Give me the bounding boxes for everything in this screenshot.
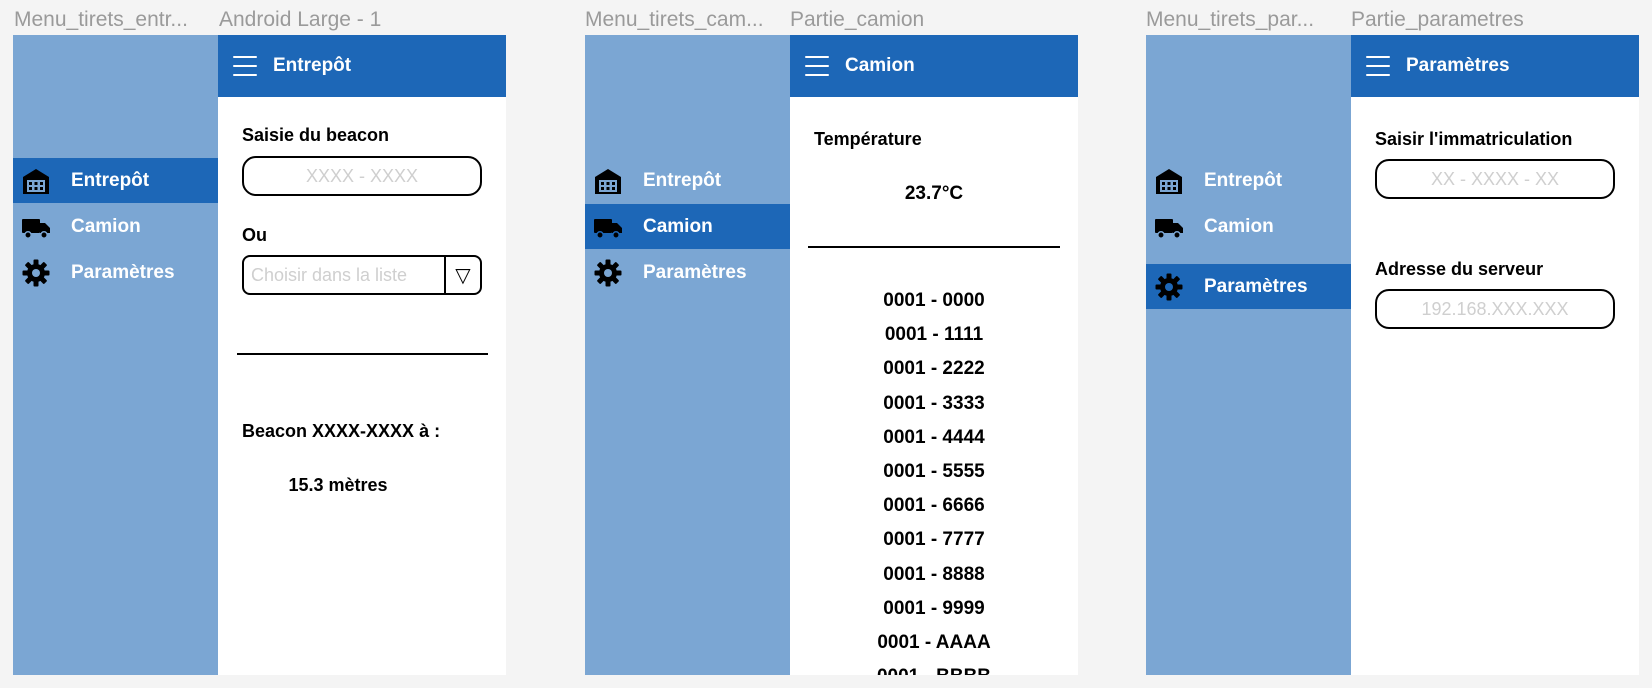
plate-input[interactable]: XX - XXXX - XX [1375, 159, 1615, 199]
menu-item-label: Entrepôt [643, 169, 722, 191]
beacon-list-item[interactable]: 0001 - 5555 [790, 461, 1078, 483]
divider [808, 246, 1060, 248]
hamburger-menu-icon[interactable] [233, 56, 257, 76]
menu-item-label: Paramètres [1204, 275, 1308, 297]
app-bar-title: Camion [845, 55, 915, 76]
frame-label-menu-parametres: Menu_tirets_par... [1146, 8, 1315, 31]
menu-item-parametres[interactable]: Paramètres [585, 250, 790, 295]
warehouse-icon [21, 166, 51, 196]
menu-item-label: Entrepôt [1204, 169, 1283, 191]
divider [237, 353, 488, 355]
beacon-list-item[interactable]: 0001 - 7777 [790, 529, 1078, 551]
gear-icon [21, 258, 51, 288]
app-bar-title: Paramètres [1406, 55, 1510, 76]
menu-item-parametres[interactable]: Paramètres [13, 250, 218, 295]
temperature-value: 23.7°C [904, 183, 964, 204]
menu-item-label: Paramètres [643, 261, 747, 283]
menu-item-label: Camion [643, 215, 713, 237]
menu-item-label: Paramètres [71, 261, 175, 283]
screen-camion: Camion Température 23.7°C 0001 - 0000 000… [790, 35, 1078, 675]
beacon-list-item[interactable]: 0001 - 2222 [790, 358, 1078, 380]
beacon-list-item[interactable]: 0001 - BBBB [790, 666, 1078, 675]
screen-parametres: Paramètres Saisir l'immatriculation XX -… [1351, 35, 1639, 675]
menu-item-camion[interactable]: Camion [13, 204, 218, 249]
menu-item-label: Camion [1204, 215, 1274, 237]
beacon-list-item[interactable]: 0001 - AAAA [790, 632, 1078, 654]
beacon-distance-value: 15.3 mètres [288, 475, 388, 495]
app-bar: Paramètres [1351, 35, 1639, 97]
server-input[interactable]: 192.168.XXX.XXX [1375, 289, 1615, 329]
frame-label-menu-camion: Menu_tirets_cam... [585, 8, 764, 31]
menu-item-camion[interactable]: Camion [1146, 204, 1351, 249]
warehouse-icon [1154, 166, 1184, 196]
frame-label-partie-camion: Partie_camion [790, 8, 925, 31]
truck-icon [593, 212, 623, 242]
hamburger-menu-icon[interactable] [805, 56, 829, 76]
frame-label-menu-entrepot: Menu_tirets_entr... [14, 8, 188, 31]
app-bar: Camion [790, 35, 1078, 97]
side-menu-entrepot: Entrepôt Camion Paramètres [13, 35, 218, 675]
temperature-label: Température [814, 129, 922, 149]
frame-label-partie-parametres: Partie_parametres [1351, 8, 1524, 31]
hamburger-menu-icon[interactable] [1366, 56, 1390, 76]
app-bar-title: Entrepôt [273, 55, 352, 76]
warehouse-icon [593, 166, 623, 196]
beacon-list-item[interactable]: 0001 - 4444 [790, 427, 1078, 449]
menu-item-entrepot[interactable]: Entrepôt [1146, 158, 1351, 203]
truck-icon [21, 212, 51, 242]
app-bar: Entrepôt [218, 35, 506, 97]
beacon-select-placeholder: Choisir dans la liste [251, 264, 408, 285]
menu-item-camion[interactable]: Camion [585, 204, 790, 249]
plate-input-label: Saisir l'immatriculation [1375, 129, 1573, 149]
beacon-input[interactable]: XXXX - XXXX [242, 156, 482, 196]
menu-item-entrepot[interactable]: Entrepôt [13, 158, 218, 203]
server-input-label: Adresse du serveur [1375, 259, 1544, 279]
truck-icon [1154, 212, 1184, 242]
menu-item-label: Entrepôt [71, 169, 150, 191]
beacon-list-item[interactable]: 0001 - 8888 [790, 564, 1078, 586]
beacon-select[interactable]: Choisir dans la liste ▽ [242, 255, 482, 295]
beacon-list-item[interactable]: 0001 - 1111 [790, 324, 1078, 346]
beacon-list-item[interactable]: 0001 - 0000 [790, 290, 1078, 312]
menu-item-parametres[interactable]: Paramètres [1146, 264, 1351, 309]
gear-icon [593, 258, 623, 288]
beacon-result-label: Beacon XXXX-XXXX à : [242, 421, 441, 441]
beacon-list-item[interactable]: 0001 - 6666 [790, 495, 1078, 517]
gear-icon [1154, 272, 1184, 302]
frame-label-android-large: Android Large - 1 [219, 8, 382, 31]
dropdown-arrow-icon[interactable]: ▽ [444, 257, 480, 293]
screen-entrepot: Entrepôt Saisie du beacon XXXX - XXXX Ou… [218, 35, 506, 675]
menu-item-entrepot[interactable]: Entrepôt [585, 158, 790, 203]
beacon-input-label: Saisie du beacon [242, 125, 390, 145]
menu-item-label: Camion [71, 215, 141, 237]
side-menu-parametres: Entrepôt Camion Paramètres [1146, 35, 1351, 675]
side-menu-camion: Entrepôt Camion Paramètres [585, 35, 790, 675]
beacon-list-item[interactable]: 0001 - 3333 [790, 393, 1078, 415]
beacon-list-item[interactable]: 0001 - 9999 [790, 598, 1078, 620]
or-label: Ou [242, 225, 267, 245]
